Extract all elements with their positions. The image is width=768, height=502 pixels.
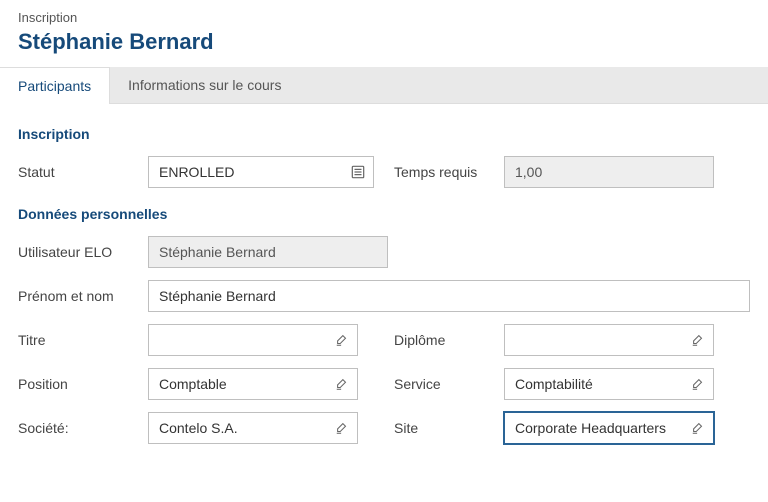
pencil-icon[interactable]: [690, 332, 706, 348]
label-status: Statut: [18, 164, 148, 180]
section-inscription: Inscription: [18, 126, 750, 142]
tab-course-info[interactable]: Informations sur le cours: [110, 67, 299, 103]
label-site: Site: [394, 420, 504, 436]
status-input[interactable]: [148, 156, 374, 188]
title-input[interactable]: [148, 324, 358, 356]
pencil-icon[interactable]: [334, 420, 350, 436]
elo-user-input: [148, 236, 388, 268]
label-elo-user: Utilisateur ELO: [18, 244, 148, 260]
pencil-icon[interactable]: [334, 376, 350, 392]
tab-bar: Participants Informations sur le cours: [0, 67, 768, 104]
label-company: Société:: [18, 420, 148, 436]
company-input[interactable]: [148, 412, 358, 444]
full-name-input[interactable]: [148, 280, 750, 312]
label-time-required: Temps requis: [394, 164, 504, 180]
section-personal: Données personnelles: [18, 206, 750, 222]
pencil-icon[interactable]: [690, 420, 706, 436]
list-picker-icon[interactable]: [350, 164, 366, 180]
site-input[interactable]: [504, 412, 714, 444]
diploma-input[interactable]: [504, 324, 714, 356]
pencil-icon[interactable]: [334, 332, 350, 348]
content-area: Inscription Statut Temps requis Données …: [0, 104, 768, 474]
label-title: Titre: [18, 332, 148, 348]
label-full-name: Prénom et nom: [18, 288, 148, 304]
time-required-input: [504, 156, 714, 188]
service-input[interactable]: [504, 368, 714, 400]
label-position: Position: [18, 376, 148, 392]
page-header: Inscription Stéphanie Bernard: [0, 0, 768, 67]
pencil-icon[interactable]: [690, 376, 706, 392]
tab-participants[interactable]: Participants: [0, 67, 110, 104]
page-title: Stéphanie Bernard: [18, 29, 750, 55]
label-diploma: Diplôme: [394, 332, 504, 348]
position-input[interactable]: [148, 368, 358, 400]
label-service: Service: [394, 376, 504, 392]
page-kicker: Inscription: [18, 10, 750, 25]
